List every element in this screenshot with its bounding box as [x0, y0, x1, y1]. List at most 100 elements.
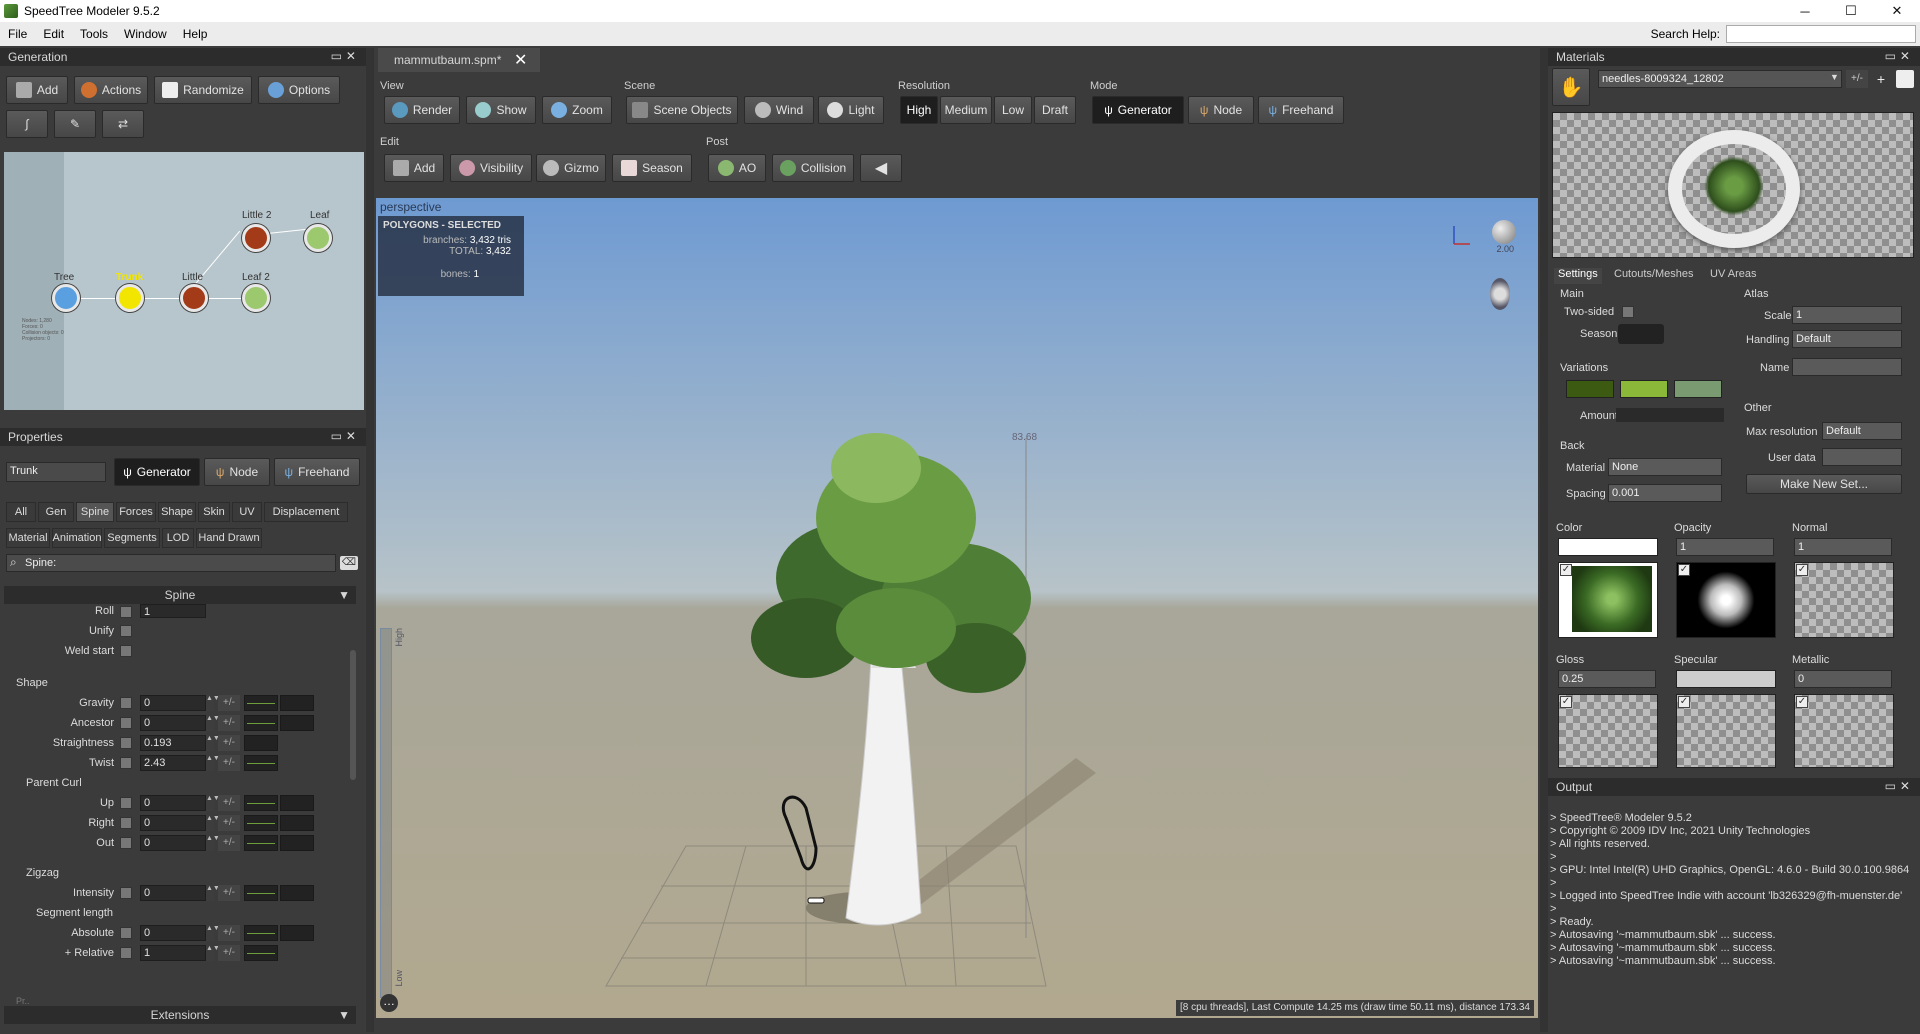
- variation-swatch-1[interactable]: [1566, 380, 1614, 398]
- mode-node-button[interactable]: ψ Node: [1188, 96, 1254, 124]
- atlas-handling-select[interactable]: Default: [1792, 330, 1902, 348]
- zoom-button[interactable]: Zoom: [542, 96, 612, 124]
- back-arrow-button[interactable]: ◀: [860, 154, 902, 182]
- randomize-button[interactable]: Randomize: [154, 76, 252, 104]
- clear-search-icon[interactable]: ⌫: [340, 556, 358, 570]
- minimize-button[interactable]: ─: [1782, 0, 1828, 22]
- menu-file[interactable]: File: [0, 27, 35, 41]
- variation-swatch-3[interactable]: [1674, 380, 1722, 398]
- straightness-input[interactable]: 0.193: [140, 735, 206, 751]
- prop-generator-button[interactable]: ψ Generator: [114, 458, 200, 486]
- back-material-select[interactable]: None: [1608, 458, 1722, 476]
- visibility-button[interactable]: Visibility: [450, 154, 532, 182]
- spine-section-header[interactable]: Spine ▼: [4, 586, 356, 604]
- curl-right-plusminus[interactable]: +/-: [218, 815, 240, 831]
- relative-plusminus[interactable]: +/-: [218, 945, 240, 961]
- curl-out-plusminus[interactable]: +/-: [218, 835, 240, 851]
- document-tab[interactable]: mammutbaum.spm* ✕: [378, 48, 540, 72]
- tab-all[interactable]: All: [6, 502, 36, 522]
- little-node[interactable]: [180, 284, 208, 312]
- panel-controls-icon[interactable]: ▭✕: [331, 49, 360, 63]
- material-selector[interactable]: needles-8009324_12802: [1598, 70, 1842, 88]
- transform-tool-button[interactable]: ⇄: [102, 110, 144, 138]
- curl-out-checkbox[interactable]: [120, 837, 132, 849]
- mode-generator-button[interactable]: ψ Generator: [1092, 96, 1184, 124]
- weld-start-checkbox[interactable]: [120, 645, 132, 657]
- close-tab-icon[interactable]: ✕: [514, 50, 527, 70]
- gen-actions-button[interactable]: Actions: [74, 76, 148, 104]
- relative-input[interactable]: 1: [140, 945, 206, 961]
- search-help-input[interactable]: [1726, 25, 1916, 43]
- tab-segments[interactable]: Segments: [104, 528, 160, 548]
- menu-tools[interactable]: Tools: [72, 27, 116, 41]
- ao-button[interactable]: AO: [708, 154, 766, 182]
- color-map-swatch[interactable]: [1558, 538, 1658, 556]
- specular-map-texture[interactable]: [1676, 694, 1776, 768]
- maximize-button[interactable]: ☐: [1828, 0, 1874, 22]
- materials-tab-cutouts[interactable]: Cutouts/Meshes: [1614, 268, 1693, 284]
- absolute-curve-2[interactable]: [280, 925, 314, 941]
- atlas-name-input[interactable]: [1792, 358, 1902, 376]
- curl-up-input[interactable]: 0: [140, 795, 206, 811]
- tab-displacement[interactable]: Displacement: [264, 502, 348, 522]
- mode-freehand-button[interactable]: ψ Freehand: [1258, 96, 1344, 124]
- leaf2-node[interactable]: [242, 284, 270, 312]
- res-high-button[interactable]: High: [900, 96, 938, 124]
- roll-checkbox[interactable]: [120, 606, 132, 618]
- twist-curve[interactable]: [244, 755, 278, 771]
- prop-node-button[interactable]: ψ Node: [204, 458, 270, 486]
- menu-edit[interactable]: Edit: [35, 27, 72, 41]
- user-data-input[interactable]: [1822, 448, 1902, 466]
- ancestor-plusminus[interactable]: +/-: [218, 715, 240, 731]
- make-new-set-button[interactable]: Make New Set...: [1746, 474, 1902, 494]
- variation-swatch-2[interactable]: [1620, 380, 1668, 398]
- properties-search-input[interactable]: Spine:: [6, 554, 336, 572]
- opacity-map-input[interactable]: 1: [1676, 538, 1774, 556]
- specular-map-checkbox[interactable]: ✓: [1678, 696, 1690, 708]
- ancestor-checkbox[interactable]: [120, 717, 132, 729]
- curl-out-input[interactable]: 0: [140, 835, 206, 851]
- right-splitter[interactable]: [1540, 48, 1548, 1032]
- gravity-curve-2[interactable]: [280, 695, 314, 711]
- gravity-spinner[interactable]: ▲▼: [206, 695, 220, 711]
- straightness-plusminus[interactable]: +/-: [218, 735, 240, 751]
- render-button[interactable]: Render: [384, 96, 460, 124]
- options-button[interactable]: Options: [258, 76, 340, 104]
- curl-up-checkbox[interactable]: [120, 797, 132, 809]
- curl-right-checkbox[interactable]: [120, 817, 132, 829]
- gravity-curve[interactable]: [244, 695, 278, 711]
- panel-controls-icon[interactable]: ▭✕: [1885, 779, 1914, 793]
- menu-help[interactable]: Help: [175, 27, 216, 41]
- curl-right-spinner[interactable]: ▲▼: [206, 815, 220, 831]
- normal-map-texture[interactable]: [1794, 562, 1894, 638]
- prop-freehand-button[interactable]: ψ Freehand: [274, 458, 360, 486]
- season-button[interactable]: Season: [612, 154, 692, 182]
- absolute-plusminus[interactable]: +/-: [218, 925, 240, 941]
- tab-gen[interactable]: Gen: [38, 502, 74, 522]
- relative-curve[interactable]: [244, 945, 278, 961]
- straightness-checkbox[interactable]: [120, 737, 132, 749]
- tab-material[interactable]: Material: [6, 528, 50, 548]
- gloss-map-input[interactable]: 0.25: [1558, 670, 1656, 688]
- add-material-icon[interactable]: +: [1872, 70, 1890, 88]
- 3d-viewport[interactable]: perspective POLYGONS - SELECTED branches…: [376, 198, 1538, 1018]
- little2-node[interactable]: [242, 224, 270, 252]
- tree-node[interactable]: [52, 284, 80, 312]
- curl-right-curve-2[interactable]: [280, 815, 314, 831]
- res-low-button[interactable]: Low: [994, 96, 1032, 124]
- panel-controls-icon[interactable]: ▭✕: [331, 429, 360, 443]
- curve-tool-button[interactable]: ∫: [6, 110, 48, 138]
- intensity-spinner[interactable]: ▲▼: [206, 885, 220, 901]
- metallic-map-checkbox[interactable]: ✓: [1796, 696, 1808, 708]
- tab-animation[interactable]: Animation: [52, 528, 102, 548]
- normal-map-checkbox[interactable]: ✓: [1796, 564, 1808, 576]
- properties-scrollbar[interactable]: [350, 650, 356, 780]
- materials-tab-uv-areas[interactable]: UV Areas: [1710, 268, 1756, 284]
- twist-input[interactable]: 2.43: [140, 755, 206, 771]
- absolute-input[interactable]: 0: [140, 925, 206, 941]
- roll-input[interactable]: 1: [140, 604, 206, 618]
- intensity-plusminus[interactable]: +/-: [218, 885, 240, 901]
- intensity-checkbox[interactable]: [120, 887, 132, 899]
- normal-map-input[interactable]: 1: [1794, 538, 1892, 556]
- metallic-map-texture[interactable]: [1794, 694, 1894, 768]
